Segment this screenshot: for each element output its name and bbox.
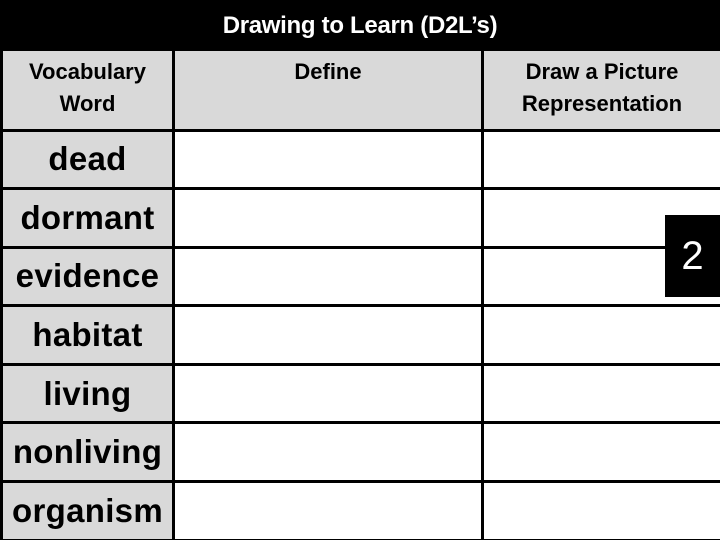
page-number-badge: 2 — [665, 215, 720, 297]
table-row: habitat — [0, 304, 720, 366]
define-cell[interactable] — [172, 245, 484, 308]
title-bar: Drawing to Learn (D2L’s) — [0, 0, 720, 51]
define-cell[interactable] — [172, 480, 484, 540]
draw-cell[interactable] — [481, 128, 720, 191]
table-row: evidence — [0, 245, 720, 308]
table-row: living — [0, 362, 720, 425]
vocab-word-cell: evidence — [0, 245, 175, 308]
draw-cell[interactable] — [481, 421, 720, 484]
page-title: Drawing to Learn (D2L’s) — [222, 11, 498, 39]
define-cell[interactable] — [172, 187, 484, 249]
draw-cell[interactable] — [481, 362, 720, 425]
page-number: 2 — [681, 233, 704, 278]
vocab-word-cell: living — [0, 362, 175, 425]
define-cell[interactable] — [172, 421, 484, 484]
table-row: organism — [0, 480, 720, 540]
vocab-word-cell: dormant — [0, 187, 175, 249]
header-define: Define — [172, 51, 484, 132]
draw-cell[interactable] — [481, 480, 720, 540]
vocab-word-cell: habitat — [0, 304, 175, 366]
header-row: Vocabulary Word Define Draw a Picture Re… — [0, 51, 720, 132]
header-draw-line-2: Representation — [521, 91, 683, 116]
header-vocab-line-2: Word — [59, 91, 116, 116]
header-define-line-1: Define — [294, 59, 362, 84]
table-row: dormant — [0, 187, 720, 249]
vocabulary-table: Vocabulary Word Define Draw a Picture Re… — [0, 51, 720, 540]
vocab-word-cell: organism — [0, 480, 175, 540]
table-row: dead — [0, 128, 720, 191]
header-draw-line-1: Draw a Picture — [525, 59, 679, 84]
table-row: nonliving — [0, 421, 720, 484]
vocab-word-cell: dead — [0, 128, 175, 191]
define-cell[interactable] — [172, 128, 484, 191]
worksheet-page: Drawing to Learn (D2L’s) Vocabulary Word… — [0, 0, 720, 540]
draw-cell[interactable] — [481, 304, 720, 366]
vocab-word-cell: nonliving — [0, 421, 175, 484]
header-vocab-line-1: Vocabulary — [29, 59, 146, 84]
header-vocabulary-word: Vocabulary Word — [0, 51, 175, 132]
define-cell[interactable] — [172, 362, 484, 425]
header-draw-picture: Draw a Picture Representation — [481, 51, 720, 132]
define-cell[interactable] — [172, 304, 484, 366]
